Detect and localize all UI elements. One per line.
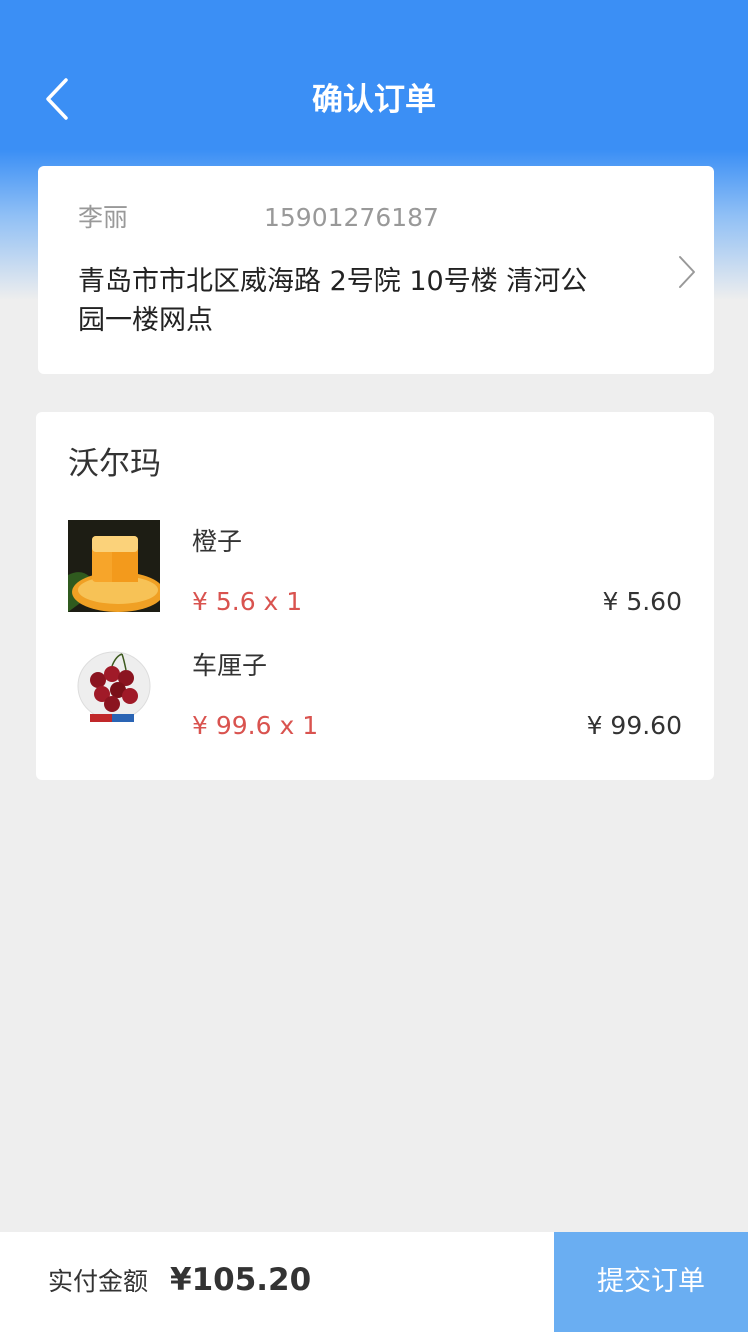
list-item[interactable]: 橙子 ¥ 5.6 x 1 ¥ 5.60 bbox=[68, 520, 682, 620]
store-name: 沃尔玛 bbox=[68, 446, 161, 482]
orange-image bbox=[68, 520, 160, 612]
total-label: 实付金额 bbox=[48, 1267, 149, 1296]
goods-subtotal: ¥ 99.60 bbox=[586, 711, 682, 740]
checkout-bar: 实付金额 ¥105.20 提交订单 bbox=[0, 1232, 748, 1332]
total-amount: ¥105.20 bbox=[170, 1262, 312, 1298]
submit-order-button[interactable]: 提交订单 bbox=[554, 1232, 748, 1332]
goods-price-qty: ¥ 5.6 x 1 bbox=[192, 587, 303, 616]
goods-price-qty: ¥ 99.6 x 1 bbox=[192, 711, 319, 740]
goods-name: 车厘子 bbox=[192, 651, 268, 680]
list-item[interactable]: 车厘子 ¥ 99.6 x 1 ¥ 99.60 bbox=[68, 644, 682, 744]
page-title: 确认订单 bbox=[312, 82, 436, 118]
recipient-phone: 15901276187 bbox=[264, 203, 439, 232]
goods-subtotal: ¥ 5.60 bbox=[602, 587, 682, 616]
order-goods-card: 沃尔玛 橙子 ¥ 5.6 x 1 ¥ 5.60 车厘子 ¥ 99.6 x 1 ¥… bbox=[36, 412, 714, 780]
goods-name: 橙子 bbox=[192, 527, 243, 556]
chevron-right-icon bbox=[679, 256, 695, 288]
nav-bar: 确认订单 bbox=[0, 60, 748, 140]
address-card[interactable]: 李丽 15901276187 青岛市市北区威海路 2号院 10号楼 清河公园一楼… bbox=[38, 166, 714, 374]
address-detail: 青岛市市北区威海路 2号院 10号楼 清河公园一楼网点 bbox=[78, 266, 588, 336]
cherries-image bbox=[68, 644, 160, 736]
recipient-name: 李丽 bbox=[78, 203, 129, 232]
